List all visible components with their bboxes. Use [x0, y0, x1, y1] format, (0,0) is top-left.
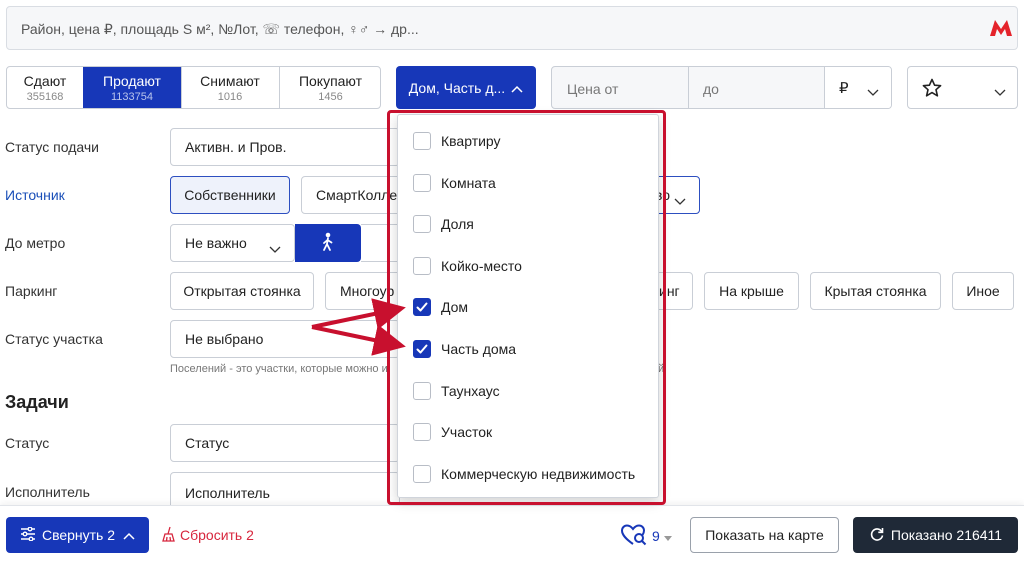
annotation-arrows: [311, 298, 406, 356]
arrow-to-house: [311, 298, 406, 330]
arrow-to-house-part: [311, 324, 406, 356]
